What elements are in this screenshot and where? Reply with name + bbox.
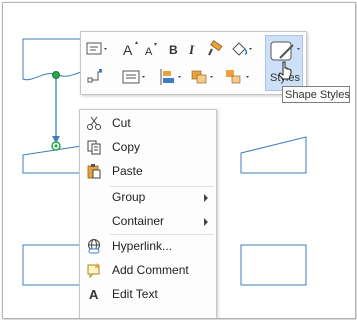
connection-point-dot (54, 144, 58, 148)
submenu-arrow-icon (204, 194, 208, 202)
menu-item-label: Copy (112, 140, 141, 154)
scissors-icon (87, 116, 101, 130)
svg-text:A: A (89, 287, 99, 302)
menu-item-add-comment[interactable]: Add Comment (80, 259, 216, 281)
submenu-arrow-icon (204, 218, 208, 226)
svg-text:A: A (145, 46, 153, 58)
format-painter-icon[interactable] (207, 38, 225, 60)
process-shape-right[interactable] (240, 244, 307, 286)
shape-styles-tooltip: Shape Styles (282, 86, 350, 103)
text-style-icon[interactable] (84, 38, 110, 60)
copy-icon (87, 140, 101, 155)
menu-item-copy[interactable]: Copy (80, 136, 216, 158)
italic-icon[interactable]: I (187, 38, 199, 60)
diagram-window: A A B I Shape Styles Cut Copy Paste Grou… (2, 2, 356, 319)
connector-start-handle[interactable] (52, 71, 60, 79)
menu-item-label: Cut (112, 116, 131, 130)
grow-font-icon[interactable]: A (121, 38, 141, 60)
menu-item-paste[interactable]: Paste (80, 160, 216, 182)
connector-icon[interactable] (84, 66, 106, 88)
svg-text:B: B (169, 43, 178, 57)
menu-item-hyperlink[interactable]: Hyperlink... (80, 235, 216, 257)
menu-item-label: Container (112, 214, 165, 228)
svg-text:A: A (123, 42, 133, 58)
shrink-font-icon[interactable]: A (143, 38, 161, 60)
menu-item-container[interactable]: Container (80, 210, 216, 232)
svg-text:I: I (188, 42, 195, 57)
fill-icon[interactable] (229, 38, 255, 60)
hyperlink-icon (88, 239, 100, 254)
paste-icon (87, 164, 101, 179)
menu-item-label: Paste (112, 164, 143, 178)
text-icon: A (89, 287, 99, 302)
mini-toolbar: A A B I (80, 31, 307, 95)
context-menu: Cut Copy Paste Group Container Hyperlink… (79, 109, 217, 318)
group-icon[interactable] (223, 66, 253, 88)
menu-item-edit-text[interactable]: A Edit Text (80, 283, 216, 305)
menu-item-label: Group (112, 190, 146, 204)
manual-input-shape-right[interactable] (240, 136, 307, 174)
align-icon[interactable] (121, 66, 149, 88)
menu-item-label: Edit Text (112, 287, 158, 301)
mouse-pointer-icon (278, 61, 292, 80)
menu-item-group[interactable]: Group (80, 186, 216, 208)
bold-icon[interactable]: B (167, 38, 181, 60)
menu-item-label: Add Comment (112, 263, 189, 277)
position-icon[interactable] (157, 66, 185, 88)
menu-item-label: Hyperlink... (112, 239, 173, 253)
menu-item-cut[interactable]: Cut (80, 112, 216, 134)
arrange-icon[interactable] (189, 66, 217, 88)
comment-icon (87, 263, 100, 278)
